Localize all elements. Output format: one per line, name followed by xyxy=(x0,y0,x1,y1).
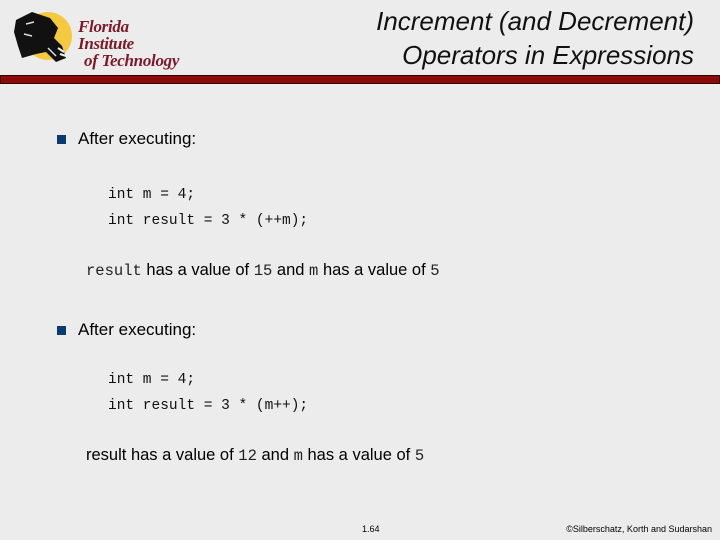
square-bullet-icon xyxy=(57,325,66,335)
result-text: has a value of xyxy=(318,261,431,279)
title-line-1: Increment (and Decrement) xyxy=(376,6,694,36)
m-value: 5 xyxy=(414,447,425,465)
title-line-2: Operators in Expressions xyxy=(402,40,694,70)
bullet-item: After executing: xyxy=(57,320,196,340)
result-var: result xyxy=(86,262,142,280)
result-text: has a value of xyxy=(141,261,254,279)
title-divider-bar xyxy=(0,75,720,84)
code-line: int m = 4; xyxy=(108,187,196,203)
result-value: 15 xyxy=(253,262,273,280)
result-statement: result has a value of 15 and m has a val… xyxy=(86,261,440,280)
copyright: ©Silberschatz, Korth and Sudarshan xyxy=(566,524,712,534)
logo-line-2: of Technology xyxy=(84,51,180,70)
logo-line-1: Florida Institute xyxy=(78,17,134,53)
code-line: int result = 3 * (++m); xyxy=(108,213,309,229)
result-text: has a value of xyxy=(302,446,415,464)
bullet-text: After executing: xyxy=(78,320,197,339)
result-text: and xyxy=(272,261,310,279)
panther-icon xyxy=(14,12,72,62)
result-statement: result has a value of 12 and m has a val… xyxy=(86,446,424,465)
result-value: 12 xyxy=(238,447,257,465)
m-value: 5 xyxy=(430,262,440,280)
m-var: m xyxy=(293,447,303,465)
bullet-text: After executing: xyxy=(78,129,197,148)
square-bullet-icon xyxy=(57,134,66,144)
slide-title: Increment (and Decrement) Operators in E… xyxy=(376,4,694,72)
page-number: 1.64 xyxy=(362,524,380,534)
result-text: has a value of xyxy=(126,446,239,464)
m-var: m xyxy=(309,262,319,280)
code-line: int result = 3 * (m++); xyxy=(108,398,309,414)
result-var: result xyxy=(86,446,127,464)
code-line: int m = 4; xyxy=(108,372,196,388)
bullet-item: After executing: xyxy=(57,129,196,149)
result-text: and xyxy=(256,446,294,464)
fit-logo: Florida Institute of Technology xyxy=(12,8,182,69)
